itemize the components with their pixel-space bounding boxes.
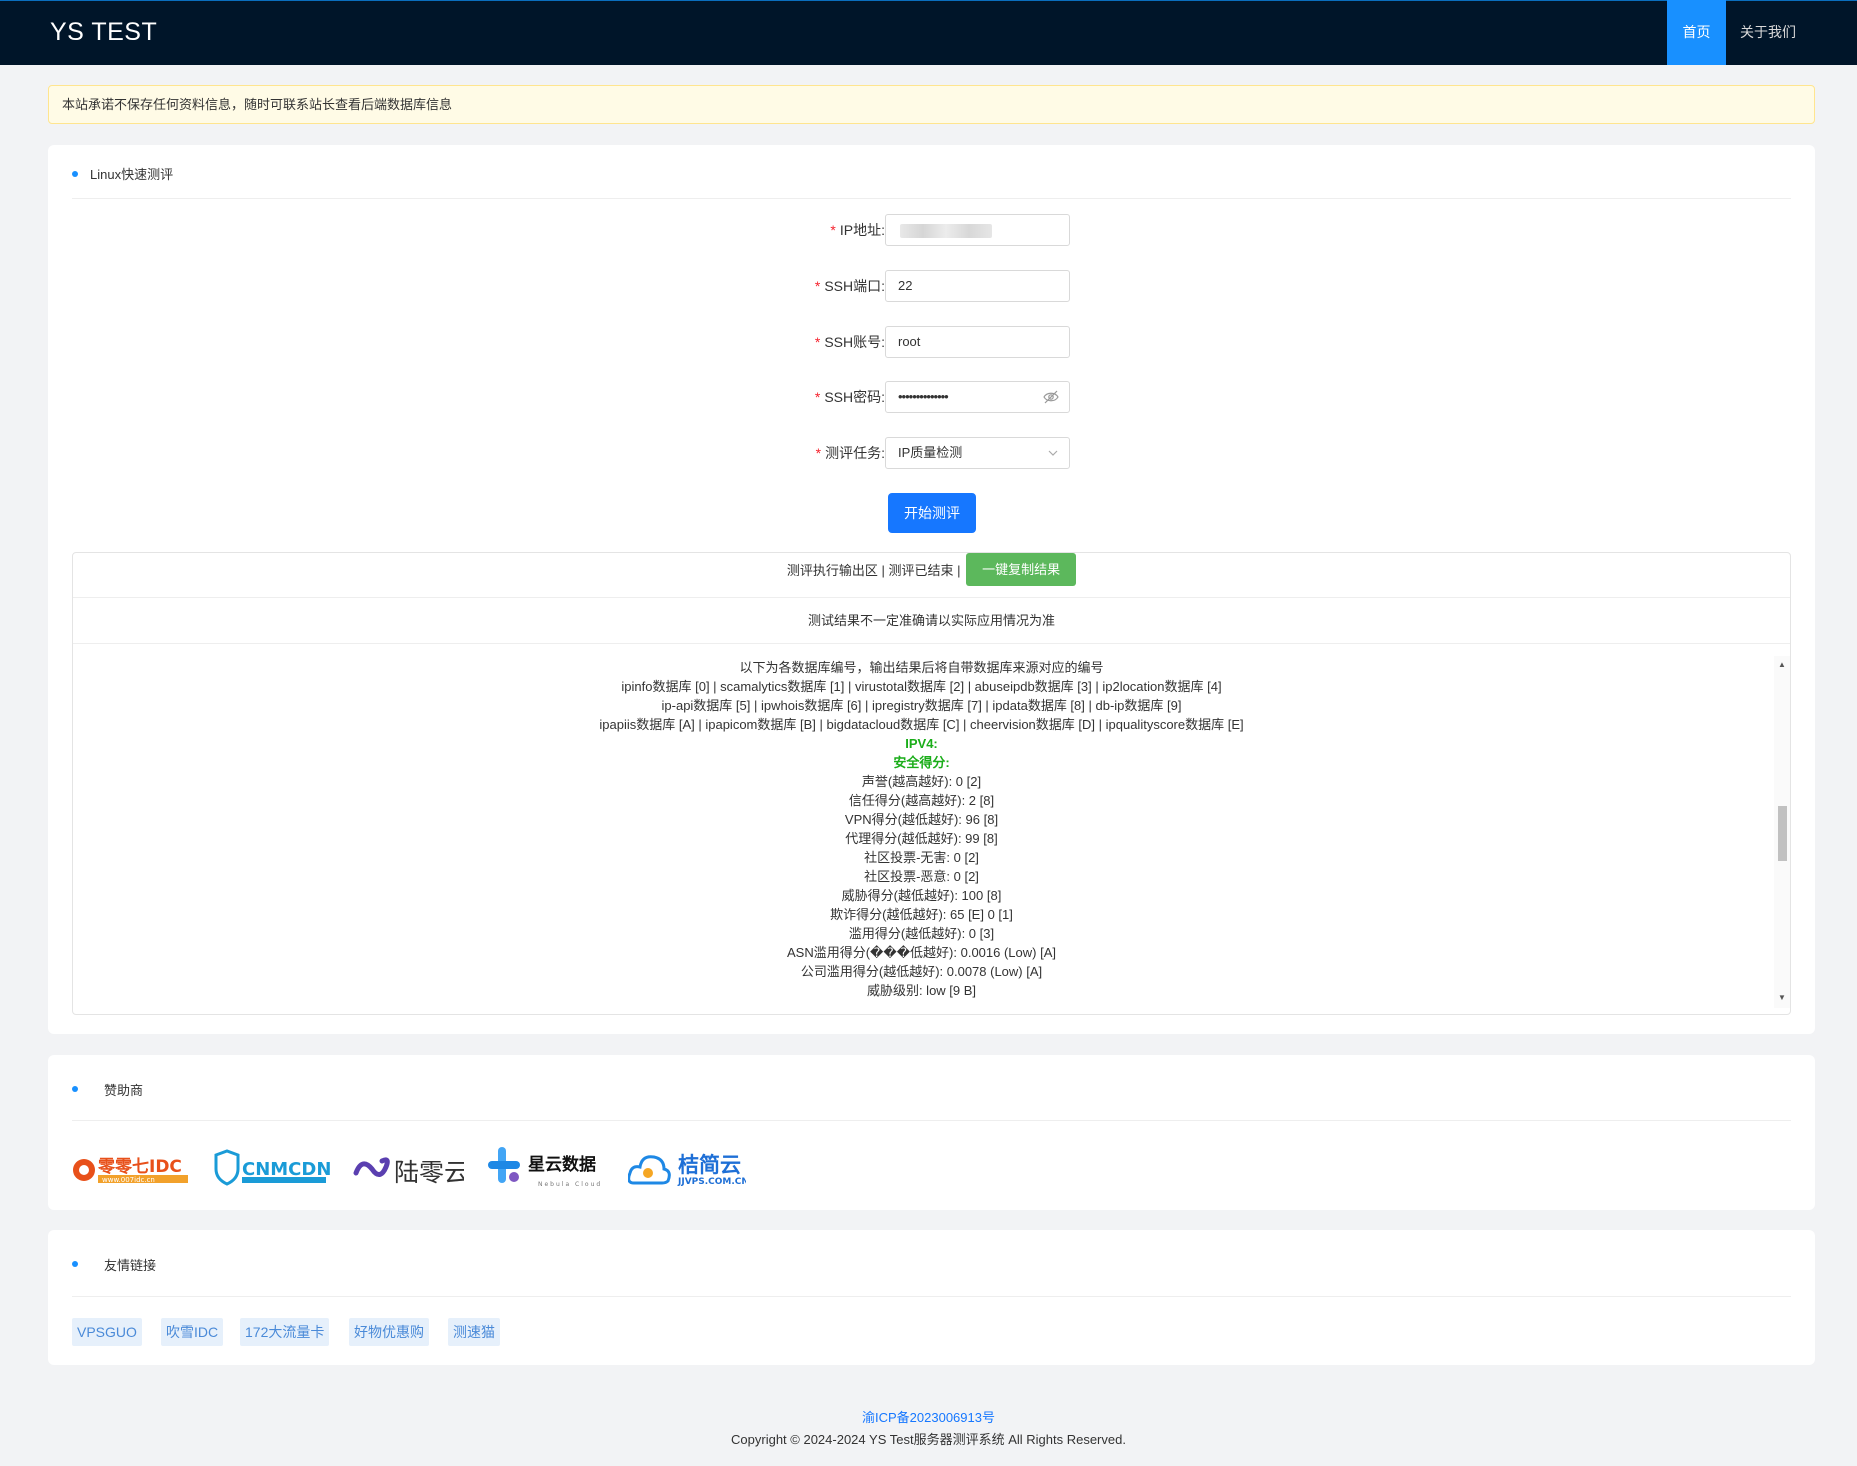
output-line: IPV4: [905,736,938,751]
task-select[interactable]: IP质量检测 [885,437,1070,469]
sponsor-logo-cnmcdn[interactable]: CNMCDN [212,1143,331,1193]
link-172-card[interactable]: 172大流量卡 [240,1318,330,1346]
link-haowu[interactable]: 好物优惠购 [349,1318,429,1346]
output-line: 代理得分(越低越好): 99 [8] [845,831,998,846]
card-header: Linux快速测评 [72,145,1791,199]
sponsor-logo-jujian[interactable]: 桔简云 JJVPS.COM.CN [627,1143,749,1193]
port-input[interactable]: 22 [885,270,1070,302]
password-input[interactable]: •••••••••••••• [885,381,1070,413]
output-line: ASN滥用得分(���低越好): 0.0016 (Low) [A] [787,945,1056,960]
user-label: * SSH账号: [814,334,885,350]
task-label: * 测评任务: [815,445,885,461]
task-selected-value: IP质量检测 [898,445,963,460]
output-line: 信任得分(越高越好): 2 [8] [848,793,995,808]
friend-links-card: 友情链接 VPSGUO 吹雪IDC 172大流量卡 好物优惠购 测速猫 [48,1230,1815,1365]
site-brand[interactable]: YS TEST [50,18,157,47]
sponsor-luling-name: 陆零云 [394,1158,464,1187]
output-scrollbar[interactable]: ▲ ▼ [1774,656,1790,1008]
copy-result-button[interactable]: 一键复制结果 [966,553,1077,586]
output-line: VPN得分(越低越好): 96 [8] [844,812,999,827]
link-cesumao[interactable]: 测速猫 [448,1318,500,1346]
sponsor-jujian-name: 桔简云 [678,1153,741,1177]
sponsor-logo-007idc[interactable]: 零零七IDC www.007idc.cn [72,1143,190,1193]
output-line: 欺诈得分(越低越好): 65 [E] 0 [1] [830,907,1013,922]
password-label: * SSH密码: [814,389,885,405]
ip-label: * IP地址: [830,222,885,238]
top-navbar: YS TEST 首页 关于我们 [0,0,1857,65]
sponsor-cnmcdn-name: CNMCDN [242,1159,330,1180]
form-row-password: * SSH密码: •••••••••••••• [48,381,1815,413]
nav-about[interactable]: 关于我们 [1726,0,1810,65]
output-line: 声誉(越高越好): 0 [2] [861,774,982,789]
output-line: 安全得分: [893,755,950,770]
output-line: 以下为各数据库编号，输出结果后将自带数据库来源对应的编号 [739,660,1104,675]
bullet-icon [72,1086,78,1092]
sponsor-xingyun-name: 星云数据 [528,1154,596,1175]
sponsor-xingyun-sub: Nebula Cloud [538,1181,602,1188]
copyright-text: Copyright © 2024-2024 YS Test服务器测评系统 All… [731,1432,1126,1447]
scroll-down-icon[interactable]: ▼ [1778,993,1786,1002]
link-vpsguo[interactable]: VPSGUO [72,1318,142,1346]
sponsors-header: 赞助商 [72,1055,1791,1121]
sponsor-logo-xingyun[interactable]: 星云数据 Nebula Cloud [488,1143,608,1193]
quick-test-card: Linux快速测评 * IP地址: * SSH端口: 22 * SSH账号: root… [48,145,1815,1034]
sponsor-logos: 零零七IDC www.007idc.cn CNMCDN 陆零云 星云数据 Neb… [72,1143,772,1193]
output-line: 公司滥用得分(越低越好): 0.0078 (Low) [A] [800,964,1043,979]
output-header: 测评执行输出区 | 测评已结束 | 一键复制结果 [73,553,1790,598]
output-line: 社区投票-无害: 0 [2] [864,850,979,865]
form-row-user: * SSH账号: root [48,326,1815,358]
scroll-thumb[interactable] [1778,806,1787,861]
bullet-icon [72,171,78,177]
output-line: 社区投票-恶意: 0 [2] [864,869,979,884]
privacy-alert: 本站承诺不保存任何资料信息，随时可联系站长查看后端数据库信息 [48,85,1815,124]
form-row-port: * SSH端口: 22 [48,270,1815,302]
eye-off-icon[interactable] [1043,390,1059,404]
links-header: 友情链接 [72,1230,1791,1297]
output-line: 威胁级别: low [9 B] [866,983,977,998]
output-line: ipinfo数据库 [0] | scamalytics数据库 [1] | vir… [621,679,1222,694]
sponsors-card: 赞助商 零零七IDC www.007idc.cn CNMCDN 陆零云 星云数据… [48,1055,1815,1210]
output-status: 测评执行输出区 | 测评已结束 | [786,563,961,578]
chevron-down-icon [1048,450,1058,456]
sponsor-007idc-url: www.007idc.cn [102,1176,155,1184]
output-line: ip-api数据库 [5] | ipwhois数据库 [6] | ipregis… [661,698,1182,713]
links-title: 友情链接 [104,1258,157,1273]
accuracy-note: 测试结果不一定准确请以实际应用情况为准 [73,598,1790,644]
start-test-button[interactable]: 开始测评 [888,493,976,533]
sponsors-title: 赞助商 [104,1083,144,1098]
scroll-up-icon[interactable]: ▲ [1778,660,1786,669]
bullet-icon [72,1261,78,1267]
sponsor-logo-luling[interactable]: 陆零云 [352,1143,469,1193]
sponsor-jujian-url: JJVPS.COM.CN [677,1177,746,1187]
port-label: * SSH端口: [814,278,885,294]
form-row-ip: * IP地址: [48,214,1815,246]
output-log[interactable]: 以下为各数据库编号，输出结果后将自带数据库来源对应的编号 ipinfo数据库 [0… [73,658,1770,1014]
user-input[interactable]: root [885,326,1070,358]
link-chuixue-idc[interactable]: 吹雪IDC [161,1318,224,1346]
output-panel: 测评执行输出区 | 测评已结束 | 一键复制结果 测试结果不一定准确请以实际应用… [72,552,1791,1015]
password-value: •••••••••••••• [898,389,949,404]
sponsor-007idc-name: 零零七IDC [97,1157,182,1177]
form-row-task: * 测评任务: IP质量检测 [48,437,1815,469]
output-line: 滥用得分(越低越好): 0 [3] [848,926,995,941]
icp-link[interactable]: 渝ICP备2023006913号 [0,1407,1857,1426]
ip-input[interactable] [885,214,1070,246]
top-accent-line [0,0,1857,1]
output-line: 威胁得分(越低越好): 100 [8] [841,888,1002,903]
nav-home[interactable]: 首页 [1667,0,1726,65]
output-line: ipapiis数据库 [A] | ipapicom数据库 [B] | bigda… [599,717,1244,732]
redacted-ip [900,224,992,238]
card-title: Linux快速测评 [90,167,174,182]
